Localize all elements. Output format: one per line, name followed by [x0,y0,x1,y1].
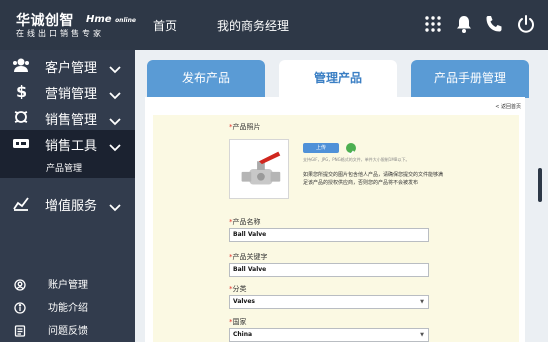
sidebar-subitem-product-management[interactable]: 产品管理 [0,156,135,178]
country-select[interactable]: China ▼ [229,328,429,342]
chevron-down-icon [109,86,121,100]
sidebar-item-label: 销售管理 [45,113,98,128]
product-form: *产品照片 上传 支持GIF，JPG，PNG格式的文件，单件大小限制1MB以下。… [153,115,519,342]
nav-home[interactable]: 首页 [153,17,177,34]
product-keyword-input[interactable]: Ball Valve [229,263,429,277]
product-keyword-label: *产品关键字 [229,253,268,261]
sidebar-item-label: 营销管理 [45,87,98,102]
sidebar-footer-label: 功能介绍 [48,303,88,314]
sales-icon [12,109,30,125]
scrollbar[interactable] [538,168,542,202]
chart-icon [12,195,30,211]
category-select[interactable]: Valves ▼ [229,295,429,309]
tab-product-catalog[interactable]: 产品手册管理 [411,60,529,98]
sidebar-subitem-label: 产品管理 [46,164,83,174]
sidebar-item-label: 增值服务 [45,199,98,214]
sidebar-item-marketing[interactable]: $ 营销管理 [0,78,135,104]
dropdown-arrow-icon: ▼ [420,299,424,305]
sidebar-footer-account[interactable]: 账户管理 [0,273,135,293]
upload-button[interactable]: 上传 [303,143,339,153]
sidebar-item-value-added[interactable]: 增值服务 [0,190,135,216]
back-link[interactable]: < 返回首页 [495,103,521,110]
logo[interactable]: 华诚创智 Hme online 在线出口销售专家 [10,8,140,44]
tab-publish-product[interactable]: 发布产品 [147,60,265,98]
category-label: *分类 [229,285,247,293]
tools-icon [12,135,30,151]
sidebar-item-label: 客户管理 [45,61,98,76]
chevron-down-icon [109,198,121,212]
chevron-down-icon [109,60,121,74]
photo-label: *产品照片 [229,123,261,131]
dollar-icon: $ [12,82,30,101]
product-image[interactable] [229,139,289,199]
chevron-down-icon [109,138,121,152]
sidebar-footer-label: 问题反馈 [48,326,88,337]
product-name-label: *产品名称 [229,218,261,226]
bell-icon[interactable] [454,14,474,34]
upload-note: 如果您所提交的图片包含他人产品，请确保您提交的文件能够满足该产品的授权供应商，否… [303,172,444,186]
customers-icon [12,57,30,73]
dropdown-arrow-icon: ▼ [420,332,424,338]
grid-icon[interactable] [423,14,443,34]
sidebar-item-sales-tools[interactable]: 销售工具 [0,130,135,156]
account-icon [14,276,26,291]
sidebar-footer-label: 账户管理 [48,280,88,291]
country-label: *国家 [229,318,247,326]
info-icon [14,299,26,314]
sidebar-item-label: 销售工具 [45,139,98,154]
product-name-input[interactable]: Ball Valve [229,228,429,242]
logo-english: Hme online [86,14,136,25]
tab-manage-products[interactable]: 管理产品 [279,60,397,98]
main-content: 发布产品 管理产品 产品手册管理 < 返回首页 *产品照片 上传 支持GIF，J… [135,50,548,342]
form-panel: < 返回首页 *产品照片 上传 支持GIF，JPG，PNG格式的文件，单件大小限… [145,97,525,342]
sidebar-footer-feedback[interactable]: 问题反馈 [0,319,135,339]
logo-tagline: 在线出口销售专家 [16,29,104,38]
top-bar: 华诚创智 Hme online 在线出口销售专家 首页 我的商务经理 [0,0,548,50]
svg-text:$: $ [16,83,27,99]
feedback-icon [14,322,26,337]
sidebar-item-sales[interactable]: 销售管理 [0,104,135,130]
upload-hint: 支持GIF，JPG，PNG格式的文件，单件大小限制1MB以下。 [303,157,410,162]
phone-icon[interactable] [484,14,504,34]
sidebar-footer-intro[interactable]: 功能介绍 [0,296,135,316]
power-icon[interactable] [516,14,536,34]
sidebar-item-customers[interactable]: 客户管理 [0,52,135,78]
logo-chinese: 华诚创智 [16,13,74,29]
nav-business-manager[interactable]: 我的商务经理 [217,17,289,34]
sidebar: 客户管理 $ 营销管理 销售管理 销售工具 产品管理 增值服务 账户管理 功能介… [0,50,135,342]
check-icon [346,143,356,157]
chevron-down-icon [109,112,121,126]
